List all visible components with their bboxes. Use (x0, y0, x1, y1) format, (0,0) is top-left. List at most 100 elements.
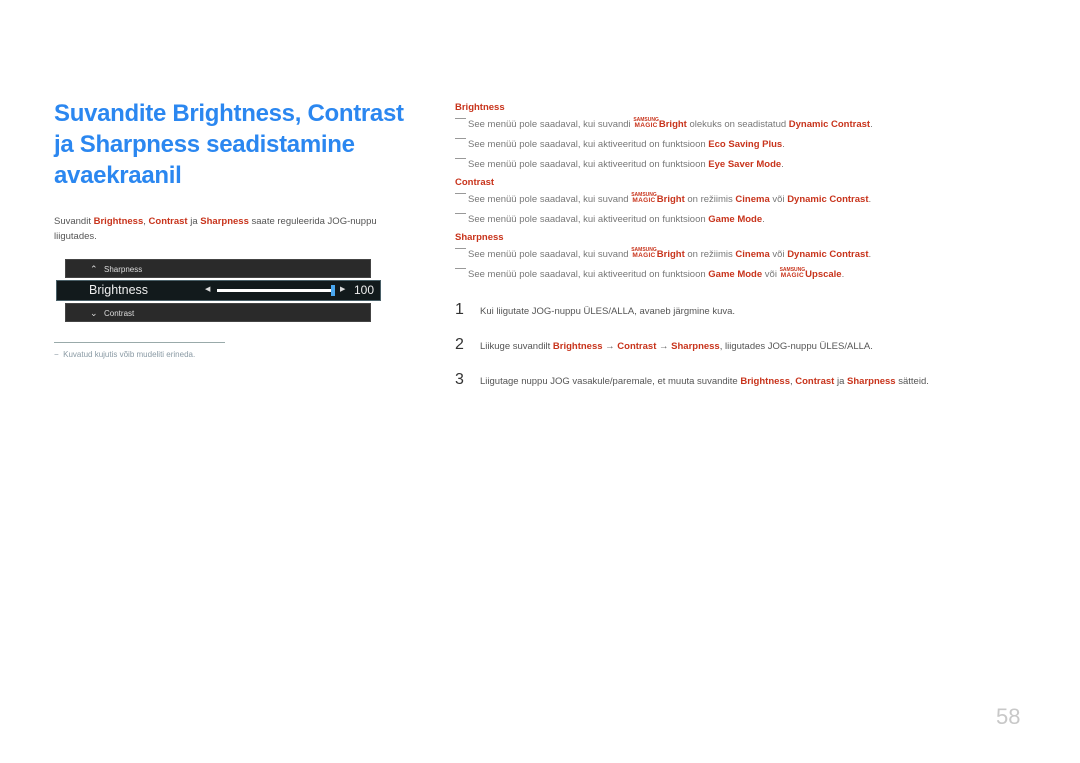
section-heading-brightness: Brightness (455, 102, 505, 113)
note-text: . (868, 194, 872, 205)
note-text: See menüü pole saadaval, kui suvand (468, 194, 632, 205)
intro-text: ja (187, 216, 201, 227)
note-item: See menüü pole saadaval, kui aktiveeritu… (455, 135, 1015, 155)
step-text-part: Liigutage nuppu JOG vasakule/paremale, e… (480, 376, 741, 387)
intro-paragraph: Suvandit Brightness, Contrast ja Sharpne… (54, 214, 404, 244)
note-dash-icon (455, 138, 466, 139)
osd-prev-label: Sharpness (104, 265, 143, 274)
note-highlight: Dynamic Contrast (788, 119, 871, 130)
step-text-part: Liikuge suvandilt (480, 341, 553, 352)
note-dash-icon (455, 158, 466, 159)
osd-prev-item: ⌃ Sharpness (65, 259, 371, 278)
chevron-down-icon: ⌄ (90, 308, 98, 318)
note-dash-icon (455, 213, 466, 214)
note-item: See menüü pole saadaval, kui aktiveeritu… (455, 265, 1015, 285)
step-highlight: Sharpness (847, 376, 896, 387)
logo-bottom: MAGIC (780, 272, 804, 279)
logo-bottom: MAGIC (632, 252, 656, 259)
note-text: või (769, 194, 788, 205)
notes-column: Brightness See menüü pole saadaval, kui … (455, 100, 1015, 285)
note-text: See menüü pole saadaval, kui aktiveeritu… (468, 269, 709, 280)
logo-bottom: MAGIC (634, 122, 658, 129)
chevron-up-icon: ⌃ (90, 264, 98, 274)
note-highlight: Eco Saving Plus (708, 139, 783, 150)
note-item: See menüü pole saadaval, kui suvand SAMS… (455, 245, 1015, 265)
step-number: 2 (455, 336, 464, 353)
arrow-right-icon: → (602, 341, 618, 352)
note-highlight: Dynamic Contrast (787, 194, 869, 205)
intro-brightness: Brightness (93, 216, 144, 227)
note-item: See menüü pole saadaval, kui suvand SAMS… (455, 190, 1015, 210)
note-dash-icon (455, 193, 466, 194)
note-text: . (868, 249, 872, 260)
note-text: See menüü pole saadaval, kui suvandi (468, 119, 634, 130)
step-highlight: Brightness (552, 341, 603, 352)
section-heading-sharpness: Sharpness (455, 232, 504, 243)
footnote-text: Kuvatud kujutis võib mudeliti erineda. (63, 350, 196, 359)
section-heading-contrast: Contrast (455, 177, 495, 188)
note-text: või (769, 249, 788, 260)
samsung-magic-logo: SAMSUNG MAGIC (631, 193, 657, 204)
step-highlight: Contrast (795, 376, 835, 387)
note-dash-icon (455, 118, 466, 119)
step-text: Kui liigutate JOG-nuppu ÜLES/ALLA, avane… (480, 306, 736, 317)
osd-menu-illustration: ⌃ Sharpness Brightness ◀ ▶ 100 ⌄ Contras… (56, 259, 381, 323)
step-highlight: Contrast (617, 341, 657, 352)
note-highlight: Dynamic Contrast (787, 249, 869, 260)
note-text: See menüü pole saadaval, kui aktiveeritu… (468, 159, 709, 170)
note-highlight: Bright (658, 119, 687, 130)
note-text: . (841, 269, 845, 280)
triangle-left-icon: ◀ (205, 286, 211, 293)
osd-next-label: Contrast (104, 309, 135, 318)
note-text: See menüü pole saadaval, kui suvand (468, 249, 632, 260)
osd-current-item: Brightness ◀ ▶ 100 (56, 280, 381, 301)
intro-sharpness: Sharpness (200, 216, 249, 227)
note-dash-icon (455, 248, 466, 249)
step-number: 3 (455, 371, 464, 388)
note-text: on režiimis (684, 249, 736, 260)
note-text: või (762, 269, 780, 280)
note-text: See menüü pole saadaval, kui aktiveeritu… (468, 139, 709, 150)
note-highlight: Eye Saver Mode (708, 159, 782, 170)
note-item: See menüü pole saadaval, kui aktiveeritu… (455, 210, 1015, 230)
note-highlight: Upscale (805, 269, 842, 280)
osd-current-label: Brightness (89, 283, 149, 297)
note-text: See menüü pole saadaval, kui aktiveeritu… (468, 214, 709, 225)
note-text: olekuks on seadistatud (686, 119, 789, 130)
note-highlight: Bright (656, 249, 685, 260)
osd-slider-knob (331, 285, 335, 296)
note-text: . (762, 214, 765, 225)
note-highlight: Cinema (735, 249, 770, 260)
note-highlight: Bright (656, 194, 685, 205)
footnote: − Kuvatud kujutis võib mudeliti erineda. (54, 350, 196, 359)
triangle-right-icon: ▶ (340, 286, 346, 293)
samsung-magic-logo: SAMSUNG MAGIC (780, 268, 806, 279)
note-item: See menüü pole saadaval, kui aktiveeritu… (455, 155, 1015, 175)
page-title: Suvandite Brightness, Contrast ja Sharpn… (54, 100, 404, 189)
note-text: . (870, 119, 873, 130)
note-highlight: Game Mode (708, 269, 763, 280)
arrow-right-icon: → (656, 341, 672, 352)
footnote-divider (54, 342, 225, 343)
step-highlight: Sharpness (671, 341, 720, 352)
step-text-part: , liigutades JOG-nuppu ÜLES/ALLA. (719, 341, 873, 352)
osd-value: 100 (354, 283, 375, 297)
intro-text: Suvandit (54, 216, 94, 227)
step-text-part: ja (834, 376, 848, 387)
intro-contrast: Contrast (148, 216, 188, 227)
step-text: Liikuge suvandilt Brightness → Contrast … (480, 341, 873, 352)
step-number: 1 (455, 301, 464, 318)
page-number: 58 (996, 704, 1021, 729)
osd-next-item: ⌄ Contrast (65, 303, 371, 322)
step-text: Liigutage nuppu JOG vasakule/paremale, e… (480, 376, 929, 387)
note-text: . (782, 139, 785, 150)
samsung-magic-logo: SAMSUNG MAGIC (631, 248, 657, 259)
note-highlight: Game Mode (708, 214, 763, 225)
logo-bottom: MAGIC (632, 197, 656, 204)
note-item: See menüü pole saadaval, kui suvandi SAM… (455, 115, 1015, 135)
osd-slider-track (217, 285, 335, 296)
step-text-part: sätteid. (895, 376, 929, 387)
note-highlight: Cinema (735, 194, 770, 205)
step-highlight: Brightness (740, 376, 790, 387)
note-dash-icon (455, 268, 466, 269)
